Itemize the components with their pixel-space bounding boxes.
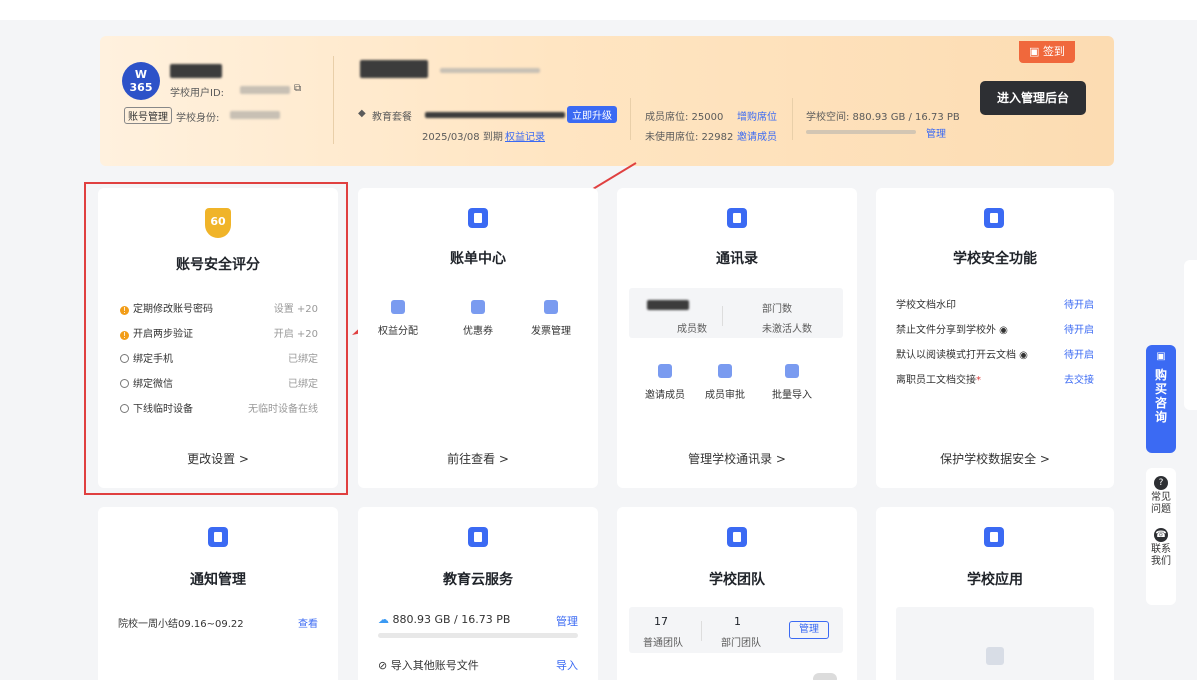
empty-app-icon xyxy=(986,647,1004,665)
import-files-item: ⊘ 导入其他账号文件 xyxy=(378,659,479,672)
card-title: 账单中心 xyxy=(450,251,506,267)
billing-center-card: 账单中心 权益分配 优惠券 发票管理 前往查看 > xyxy=(358,188,598,488)
card-title: 学校团队 xyxy=(709,572,765,588)
faq-link[interactable]: 常见问题 xyxy=(1149,492,1173,516)
notification-card: 通知管理 院校一周小结09.16~09.22 查看 xyxy=(98,507,338,680)
highlight-box xyxy=(84,182,348,495)
right-edge-panel xyxy=(1184,260,1197,410)
receipt-icon xyxy=(468,208,488,228)
cloud-storage-bar xyxy=(378,633,578,638)
cloud-small-icon: ☁ xyxy=(378,613,393,626)
member-count-redacted xyxy=(647,300,689,310)
enable-share-block-link[interactable]: 待开启 xyxy=(1064,321,1094,336)
security-feature-share: 禁止文件分享到学校外 ◉ xyxy=(896,325,1008,336)
team-icon xyxy=(727,527,747,547)
school-apps-card: 学校应用 xyxy=(876,507,1114,680)
school-security-card: 学校安全功能 学校文档水印 待开启 禁止文件分享到学校外 ◉ 待开启 默认以阅读… xyxy=(876,188,1114,488)
batch-import-button[interactable]: 批量导入 xyxy=(672,364,857,401)
manage-contacts-link[interactable]: 管理学校通讯录 > xyxy=(617,450,857,467)
block-icon: ⊘ xyxy=(378,659,391,672)
security-feature-watermark: 学校文档水印 xyxy=(896,300,956,311)
view-billing-link[interactable]: 前往查看 > xyxy=(358,450,598,467)
normal-team-label: 普通团队 xyxy=(643,638,683,649)
help-panel: ? 常见问题 ☎ 联系我们 xyxy=(1146,468,1176,605)
inactive-count-label: 未激活人数 xyxy=(762,324,812,335)
card-title: 学校安全功能 xyxy=(953,251,1037,267)
apps-grid-icon xyxy=(984,527,1004,547)
school-team-card: 学校团队 17 普通团队 1 部门团队 管理 xyxy=(617,507,857,680)
cloud-storage: ☁ 880.93 GB / 16.73 PB xyxy=(378,613,511,626)
card-title: 教育云服务 xyxy=(443,572,513,588)
member-count-label: 成员数 xyxy=(677,324,707,335)
normal-team-count: 17 xyxy=(654,615,668,628)
cloud-manage-link[interactable]: 管理 xyxy=(556,613,578,629)
protect-data-link[interactable]: 保护学校数据安全 > xyxy=(876,450,1114,467)
security-feature-readmode: 默认以阅读模式打开云文档 ◉ xyxy=(896,350,1028,361)
import-link[interactable]: 导入 xyxy=(556,657,578,673)
divider xyxy=(722,306,723,326)
purchase-consult-button[interactable]: ▣ 购买咨询 xyxy=(1146,345,1176,453)
team-manage-button[interactable]: 管理 xyxy=(789,621,829,639)
contact-us-link[interactable]: 联系我们 xyxy=(1149,544,1173,568)
import-icon xyxy=(785,364,799,378)
bell-icon xyxy=(208,527,228,547)
contacts-card: 通讯录 成员数 部门数 未激活人数 邀请成员 成员审批 批量导入 管理学校通讯录… xyxy=(617,188,857,488)
apps-placeholder xyxy=(896,607,1094,680)
user-icon xyxy=(727,208,747,228)
card-title: 通知管理 xyxy=(190,572,246,588)
card-title: 学校应用 xyxy=(967,572,1023,588)
cloud-icon xyxy=(468,527,488,547)
notification-item: 院校一周小结09.16~09.22 xyxy=(118,619,244,630)
handover-link[interactable]: 去交接 xyxy=(1064,371,1094,386)
eye-icon[interactable]: ◉ xyxy=(1016,350,1028,361)
invoice-icon xyxy=(544,300,558,314)
security-feature-handover: 离职员工文档交接* xyxy=(896,375,981,386)
divider xyxy=(701,621,702,641)
dept-team-count: 1 xyxy=(734,615,741,628)
question-icon[interactable]: ? xyxy=(1154,476,1168,490)
cloud-service-card: 教育云服务 ☁ 880.93 GB / 16.73 PB 管理 ⊘ 导入其他账号… xyxy=(358,507,598,680)
enable-watermark-link[interactable]: 待开启 xyxy=(1064,296,1094,311)
invoice-button[interactable]: 发票管理 xyxy=(431,300,598,337)
dept-team-label: 部门团队 xyxy=(721,638,761,649)
enable-readmode-link[interactable]: 待开启 xyxy=(1064,346,1094,361)
dept-count-label: 部门数 xyxy=(762,304,792,315)
team-approval-toggle[interactable] xyxy=(813,673,837,680)
card-title: 通讯录 xyxy=(716,251,758,267)
lock-icon xyxy=(984,208,1004,228)
view-notification-link[interactable]: 查看 xyxy=(298,615,318,630)
contact-icon[interactable]: ☎ xyxy=(1154,528,1168,542)
chat-icon: ▣ xyxy=(1156,351,1166,362)
eye-icon[interactable]: ◉ xyxy=(996,325,1008,336)
